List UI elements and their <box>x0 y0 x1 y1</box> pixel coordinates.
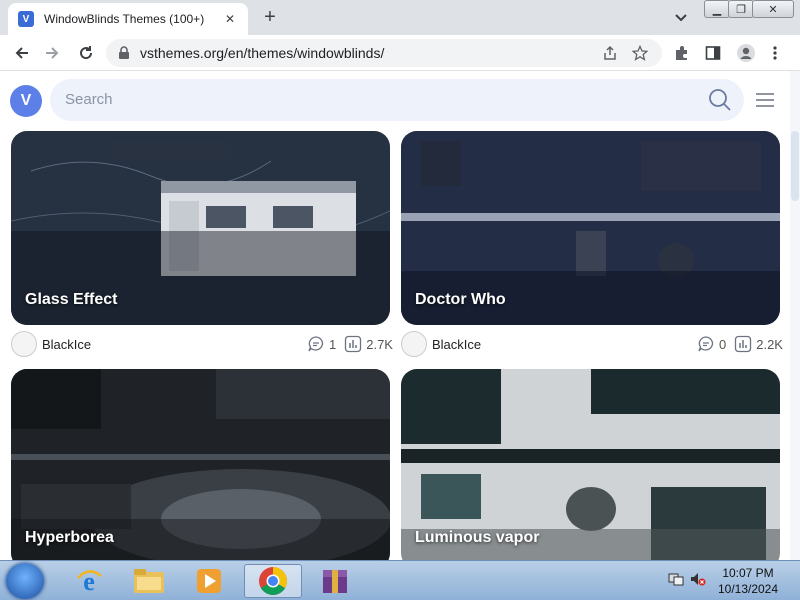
network-tray-icon[interactable] <box>668 571 684 587</box>
back-arrow-icon[interactable] <box>12 43 32 63</box>
lock-icon[interactable] <box>118 46 130 60</box>
avatar[interactable] <box>11 331 37 357</box>
new-tab-button[interactable]: + <box>260 7 280 28</box>
search-bar[interactable]: Search <box>50 79 744 121</box>
clock-time: 10:07 PM <box>722 566 774 580</box>
site-logo[interactable]: V <box>10 85 42 117</box>
search-icon[interactable] <box>708 88 732 112</box>
reload-icon[interactable] <box>76 43 96 63</box>
avatar[interactable] <box>401 331 427 357</box>
forward-arrow-icon[interactable] <box>42 43 62 63</box>
views-chart-icon <box>345 335 362 353</box>
comment-bubble-icon <box>698 336 714 352</box>
theme-title[interactable]: Hyperborea <box>25 529 114 547</box>
comment-count: 1 <box>329 336 337 352</box>
profile-avatar-icon[interactable] <box>737 44 755 62</box>
theme-title[interactable]: Luminous vapor <box>415 529 539 547</box>
tab-search-chevron-icon[interactable] <box>672 8 690 26</box>
share-icon[interactable] <box>602 45 618 61</box>
chrome-icon <box>259 567 287 595</box>
archive-tool-icon[interactable] <box>306 564 364 598</box>
tab-close-icon[interactable]: ✕ <box>222 11 238 27</box>
system-clock[interactable]: 10:07 PM 10/13/2024 <box>710 565 786 597</box>
card-stats: 0 2.2K <box>697 330 783 358</box>
theme-title[interactable]: Glass Effect <box>25 291 117 309</box>
search-input[interactable]: Search <box>65 91 113 108</box>
author-row[interactable]: BlackIce <box>11 330 91 358</box>
tab-strip: V WindowBlinds Themes (100+) ✕ + ▁ ❐ ✕ <box>0 0 800 35</box>
tab-title: WindowBlinds Themes (100+) <box>44 12 205 26</box>
volume-muted-tray-icon[interactable] <box>690 571 706 587</box>
page-scrollbar[interactable] <box>790 71 800 560</box>
theme-card[interactable]: Hyperborea <box>11 369 390 560</box>
browser-tab[interactable]: V WindowBlinds Themes (100+) ✕ <box>8 3 248 35</box>
scrollbar-thumb[interactable] <box>791 131 799 201</box>
comment-count: 0 <box>719 336 727 352</box>
view-count: 2.2K <box>756 336 783 352</box>
card-stats: 1 2.7K <box>307 330 393 358</box>
window-close-button[interactable]: ✕ <box>752 0 794 18</box>
internet-explorer-icon[interactable]: e <box>60 564 118 598</box>
author-name[interactable]: BlackIce <box>432 337 481 352</box>
windows-taskbar: e 10:07 PM 10/13/2024 <box>0 560 800 600</box>
theme-title[interactable]: Doctor Who <box>415 291 506 309</box>
theme-card[interactable]: Luminous vapor <box>401 369 780 560</box>
clock-date: 10/13/2024 <box>717 582 779 596</box>
chrome-taskbar-button[interactable] <box>244 564 302 598</box>
bookmark-star-icon[interactable] <box>632 45 648 61</box>
site-favicon-icon: V <box>18 11 34 27</box>
theme-card[interactable]: Doctor Who <box>401 131 780 325</box>
hamburger-menu-icon[interactable] <box>756 92 774 108</box>
views-chart-icon <box>735 335 752 353</box>
comment-bubble-icon <box>308 336 324 352</box>
media-player-icon[interactable] <box>180 564 238 598</box>
browser-menu-icon[interactable] <box>772 45 778 61</box>
view-count: 2.7K <box>366 336 393 352</box>
file-explorer-folder-icon[interactable] <box>120 564 178 598</box>
page-content: V Search Glass Effect Doctor Who BlackIc… <box>0 71 790 560</box>
start-button-windows-logo-icon[interactable] <box>6 563 44 599</box>
window-minimize-button[interactable]: ▁ <box>704 0 730 18</box>
url-text: vsthemes.org/en/themes/windowblinds/ <box>140 45 385 61</box>
browser-toolbar: vsthemes.org/en/themes/windowblinds/ <box>0 35 800 71</box>
author-name[interactable]: BlackIce <box>42 337 91 352</box>
window-maximize-button[interactable]: ❐ <box>728 0 754 18</box>
author-row[interactable]: BlackIce <box>401 330 481 358</box>
theme-card[interactable]: Glass Effect <box>11 131 390 325</box>
side-panel-icon[interactable] <box>705 45 721 61</box>
extensions-puzzle-icon[interactable] <box>674 45 690 61</box>
address-bar[interactable]: vsthemes.org/en/themes/windowblinds/ <box>106 39 662 67</box>
